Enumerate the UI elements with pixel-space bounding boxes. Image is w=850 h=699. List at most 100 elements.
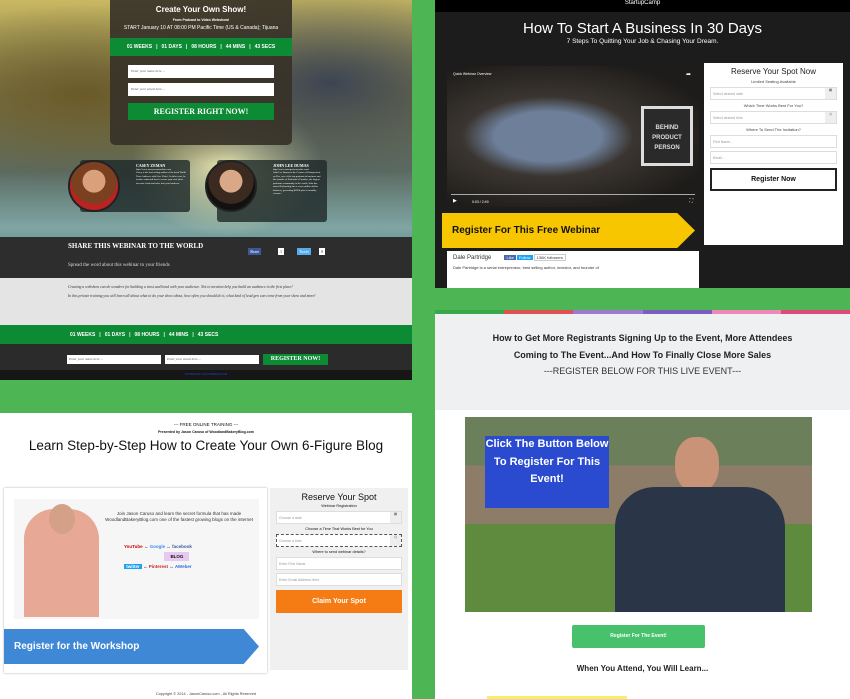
clock-icon: ◷ — [825, 112, 836, 123]
register-event-button[interactable]: Register For The Event! — [572, 625, 705, 648]
email-input[interactable]: Email... — [710, 151, 837, 164]
stripe-segment — [573, 310, 643, 314]
speaker-bio: John Lee Dumas is the Creator of Entrepr… — [273, 171, 321, 195]
play-icon[interactable]: ▶ — [453, 198, 457, 204]
countdown-mins: 44 MINS — [225, 44, 246, 50]
register-right-now-button[interactable]: REGISTER RIGHT NOW! — [128, 103, 274, 120]
powered-by-link[interactable]: POWERED BY EASYWEBINAR.COM — [0, 370, 412, 380]
copyright: Copyright © 2014 - JasonCaruso.com - All… — [155, 692, 257, 696]
page-title: Learn Step-by-Step How to Create Your Ow… — [28, 438, 384, 453]
send-question: Where To Send The Invitation? — [746, 127, 801, 132]
presenter-box: Join Jason Caruso and learn the secret f… — [4, 488, 267, 673]
follow-button[interactable]: Follow — [516, 255, 533, 260]
avatar-john — [205, 160, 257, 212]
email-input-bottom[interactable]: Enter your email here ... — [165, 355, 259, 364]
like-button[interactable]: Like — [504, 255, 516, 260]
fullscreen-icon[interactable]: ⛶ — [689, 198, 693, 204]
countdown-hours: 08 HOURS — [134, 331, 160, 338]
kicker: --- FREE ONLINE TRAINING --- — [173, 422, 239, 427]
stripe-segment — [780, 310, 850, 314]
headline: How to Get More Registrants Signing Up t… — [492, 333, 793, 360]
facebook-logo: facebook — [172, 544, 192, 549]
time-select[interactable]: Choose a time ◷ — [276, 534, 402, 547]
email-input[interactable]: Enter Email Address Here — [276, 573, 402, 586]
webinar-page-blog-training: --- FREE ONLINE TRAINING --- Presented b… — [0, 413, 412, 699]
diagram: YouTube ↔ Google ↔ facebook BLOG twitter… — [124, 544, 192, 569]
date-select[interactable]: Select desired date ▦ — [710, 87, 837, 100]
presenter: Presented by Jason Caruso of WoodlandBak… — [158, 430, 254, 434]
google-logo: Google — [149, 544, 166, 549]
tagline: 7 Steps To Quitting Your Job & Chasing Y… — [566, 38, 719, 45]
time-placeholder: Select desired time — [713, 116, 743, 120]
avatar-casey — [68, 160, 120, 212]
register-workshop-banner[interactable]: Register for the Workshop — [4, 629, 259, 664]
register-banner[interactable]: Register For This Free Webinar — [442, 213, 695, 248]
countdown-timer-bottom: 01 WEEKS | 01 DAYS | 08 HOURS | 44 MINS | 43… — [0, 325, 412, 344]
video-progress-bar[interactable] — [451, 194, 695, 195]
calendar-icon: ▦ — [825, 88, 836, 99]
register-now-button[interactable]: Register Now — [710, 168, 837, 191]
registration-form: Reserve Your Spot Webinar Registration C… — [270, 488, 408, 670]
twitter-logo: twitter — [124, 564, 142, 569]
speaker-bio: Casey is the best selling author of the … — [136, 171, 186, 185]
color-stripe — [435, 310, 850, 314]
video-player[interactable]: Click The Button Below To Register For T… — [465, 417, 812, 612]
tweet-button[interactable]: Tweet — [297, 248, 311, 255]
intro-text: Join Jason Caruso and learn the secret f… — [105, 511, 253, 522]
facebook-share-count: 1 — [278, 248, 284, 255]
register-now-button[interactable]: REGISTER NOW! — [263, 354, 328, 365]
presenter-image: Join Jason Caruso and learn the secret f… — [14, 499, 259, 619]
register-below-text: ---REGISTER BELOW FOR THIS LIVE EVENT--- — [543, 366, 742, 376]
countdown-timer: 01 WEEKS | 01 DAYS | 08 HOURS | 44 MINS | 43… — [110, 38, 292, 56]
time-question: Choose a Time That Works Best for You — [305, 527, 373, 531]
form-subtitle: Limited Seating Available — [751, 79, 796, 84]
start-time: START January 10 AT 08:00 PM Pacific Tim… — [123, 25, 279, 31]
header: How to Get More Registrants Signing Up t… — [435, 314, 850, 410]
bio-text: Dale Partridge is a serial entrepreneur,… — [453, 265, 599, 270]
clock-icon: ◷ — [390, 535, 401, 546]
countdown-secs: 43 SECS — [197, 331, 219, 338]
name-input-bottom[interactable]: Enter your name here ... — [67, 355, 161, 364]
first-name-input[interactable]: First Name... — [710, 135, 837, 148]
stripe-segment — [504, 310, 574, 314]
page-title: How To Start A Business In 30 Days — [522, 20, 762, 37]
page-title: Create Your Own Show! — [155, 5, 247, 14]
calendar-icon: ▦ — [390, 512, 401, 523]
name-input[interactable]: Enter your name here ... — [128, 65, 274, 78]
countdown-mins: 44 MINS — [168, 331, 189, 338]
stripe-segment — [711, 310, 781, 314]
date-placeholder: Choose a date — [279, 516, 302, 520]
aweber-logo: AWeber — [174, 564, 192, 569]
logo: StartupCamp — [435, 0, 850, 12]
video-title: Quick Webinar Overview — [453, 72, 492, 76]
email-input[interactable]: Enter your email here ... — [128, 83, 274, 96]
description-paragraph: Creating a webshow can do wonders for bu… — [68, 285, 293, 289]
share-icon[interactable]: ➦ — [686, 71, 691, 78]
countdown-days: 01 DAYS — [104, 331, 126, 338]
description-paragraph: In this private training you will learn … — [68, 293, 316, 298]
date-select[interactable]: Choose a date ▦ — [276, 511, 402, 524]
countdown-weeks: 01 WEEKS — [126, 44, 153, 50]
followers-count: 136K followers — [533, 254, 566, 261]
countdown-secs: 43 SECS — [254, 44, 276, 50]
bottom-registration-form: Enter your name here ... Enter your emai… — [0, 344, 412, 380]
facebook-share-button[interactable]: Share — [248, 248, 262, 255]
date-placeholder: Select desired date — [713, 92, 743, 96]
youtube-logo: YouTube — [124, 544, 143, 549]
stripe-segment — [435, 310, 505, 314]
presenter-photo — [24, 504, 99, 617]
blog-node: BLOG — [164, 552, 190, 561]
webinar-page-live-event: How to Get More Registrants Signing Up t… — [435, 310, 850, 699]
time-select[interactable]: Select desired time ◷ — [710, 111, 837, 124]
claim-spot-button[interactable]: Claim Your Spot — [276, 590, 402, 613]
form-subtitle: Webinar Registration — [321, 504, 357, 508]
sign-image: BEHIND PRODUCT PERSON — [641, 106, 693, 166]
first-name-input[interactable]: Enter First Name — [276, 557, 402, 570]
pinterest-logo: Pinterest — [148, 564, 169, 569]
stripe-segment — [642, 310, 712, 314]
countdown-hours: 08 HOURS — [191, 44, 217, 50]
countdown-days: 01 DAYS — [161, 44, 182, 50]
share-section: SHARE THIS WEBINAR TO THE WORLD Spread t… — [0, 237, 412, 278]
form-title: Reserve Your Spot — [301, 492, 377, 502]
video-player[interactable]: Quick Webinar Overview ➦ BEHIND PRODUCT … — [447, 66, 699, 207]
